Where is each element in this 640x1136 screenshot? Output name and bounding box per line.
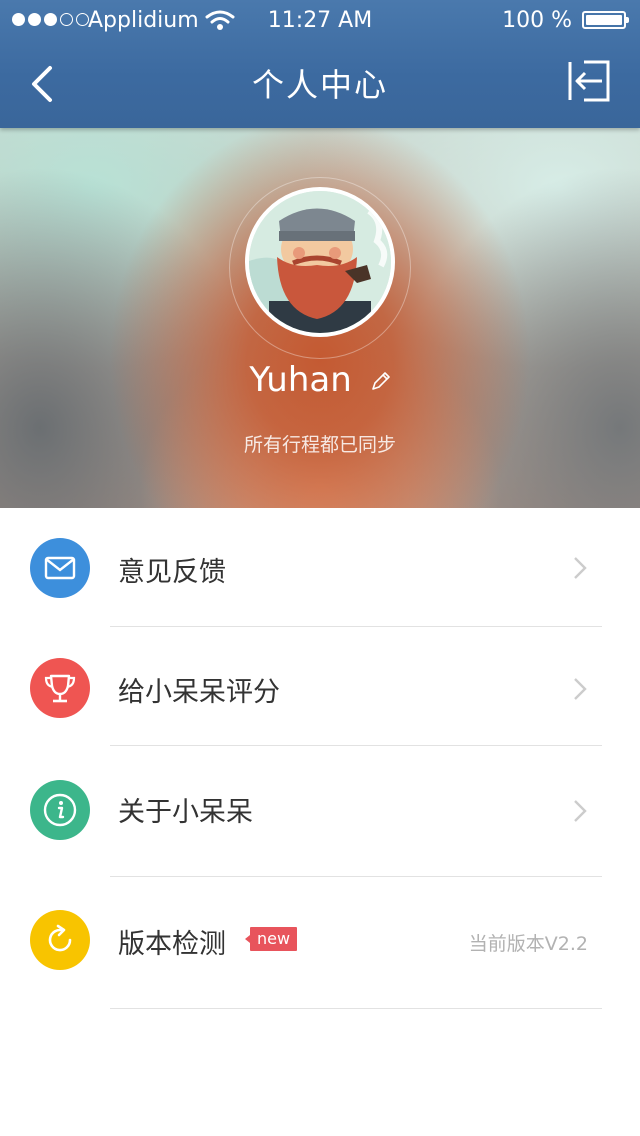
list-item-label: 关于小呆呆 — [118, 797, 253, 828]
battery-percentage: 100 % — [502, 8, 572, 33]
list-item-label: 给小呆呆评分 — [118, 677, 280, 708]
divider — [110, 745, 602, 746]
new-badge: new — [244, 927, 298, 951]
refresh-icon — [30, 910, 90, 970]
list-item-rate[interactable]: 给小呆呆评分 — [0, 628, 640, 748]
list-item-about[interactable]: 关于小呆呆 — [0, 748, 640, 877]
divider — [110, 876, 602, 877]
list-item-version-check[interactable]: 版本检测 new 当前版本V2.2 — [0, 878, 640, 1009]
chevron-right-icon — [574, 678, 587, 700]
navigation-bar: Applidium 11:27 AM 100 % 个人中心 — [0, 0, 640, 128]
mail-icon — [30, 538, 90, 598]
divider — [110, 1008, 602, 1009]
chevron-right-icon — [574, 800, 587, 822]
trophy-icon — [30, 658, 90, 718]
sync-status: 所有行程都已同步 — [243, 434, 396, 456]
status-bar: Applidium 11:27 AM 100 % — [0, 0, 640, 40]
bearded-man-illustration — [249, 191, 391, 333]
chevron-right-icon — [574, 557, 587, 579]
list-item-feedback[interactable]: 意见反馈 — [0, 508, 640, 628]
avatar[interactable] — [245, 187, 395, 337]
battery-icon — [582, 11, 629, 29]
list-item-label: 意见反馈 — [118, 557, 226, 588]
profile-header: Yuhan 所有行程都已同步 — [0, 128, 640, 508]
page-title: 个人中心 — [251, 66, 388, 104]
version-text: 当前版本V2.2 — [468, 933, 588, 955]
username: Yuhan — [249, 360, 352, 400]
info-icon — [30, 780, 90, 840]
logout-button[interactable] — [566, 58, 612, 104]
list-item-label: 版本检测 — [118, 929, 226, 960]
pencil-icon[interactable] — [369, 371, 391, 393]
divider — [110, 626, 602, 627]
